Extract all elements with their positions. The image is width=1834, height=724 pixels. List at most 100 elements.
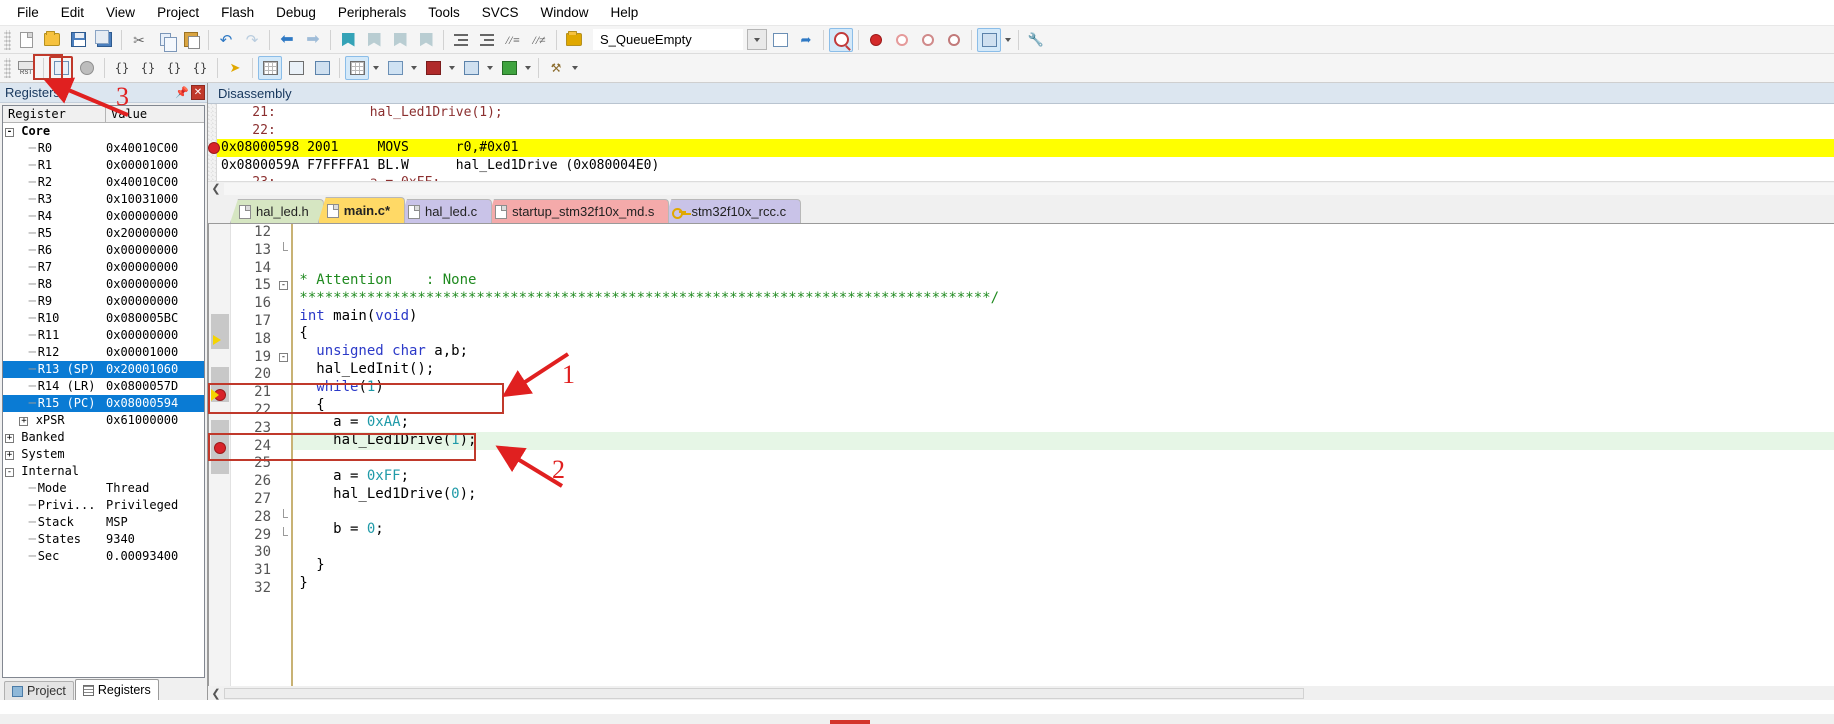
menu-item-view[interactable]: View <box>95 1 146 25</box>
editor-code-line[interactable]: * Attention : None <box>291 272 1834 290</box>
editor-code-line[interactable]: hal_Led1Drive(1); <box>291 432 1834 450</box>
step-over-icon[interactable]: {} <box>136 56 160 80</box>
register-row[interactable]: ─ R2 0x40010C00 <box>3 174 204 191</box>
configure-icon[interactable]: 🔧 <box>1024 28 1048 52</box>
tab-project[interactable]: Project <box>4 681 74 700</box>
navigate-forward-icon[interactable]: ➡ <box>301 28 325 52</box>
editor-tab-stm32f10x-rcc-c[interactable]: stm32f10x_rcc.c <box>663 199 802 223</box>
register-row[interactable]: + xPSR 0x61000000 <box>3 412 204 429</box>
breakpoint-gutter-cell[interactable] <box>211 331 229 350</box>
copy-icon[interactable] <box>153 28 177 52</box>
editor-code-line[interactable]: b = 0; <box>291 521 1834 539</box>
editor-hscrollbar[interactable]: ❮ <box>208 686 1834 700</box>
breakpoint-insert-icon[interactable] <box>864 28 888 52</box>
chevron-left-icon[interactable]: ❮ <box>208 687 224 700</box>
toolbox-icon[interactable]: ⚒ <box>544 56 568 80</box>
call-stack-window-icon[interactable] <box>310 56 334 80</box>
expand-icon[interactable]: + <box>19 417 29 426</box>
close-icon[interactable]: ✕ <box>191 85 205 100</box>
editor-code-line[interactable]: } <box>291 557 1834 575</box>
menu-item-flash[interactable]: Flash <box>210 1 265 25</box>
editor-code-line[interactable] <box>291 539 1834 557</box>
register-row[interactable]: ─ R4 0x00000000 <box>3 208 204 225</box>
memory-window-dropdown[interactable] <box>446 56 458 80</box>
editor-code-line[interactable]: ****************************************… <box>291 290 1834 308</box>
disassembly-line[interactable]: 0x0800059A F7FFFFA1 BL.W hal_Led1Drive (… <box>217 157 1834 175</box>
breakpoint-disable-icon[interactable] <box>890 28 914 52</box>
bookmark-clear-icon[interactable] <box>414 28 438 52</box>
window-layout-dropdown[interactable] <box>1002 28 1014 52</box>
symbol-search-combo[interactable]: S_QueueEmpty <box>593 29 743 50</box>
editor-tab-main-c-[interactable]: main.c* <box>317 197 406 223</box>
disassembly-hscrollbar[interactable]: ❮ <box>208 181 1834 195</box>
analysis-window-icon[interactable] <box>497 56 521 80</box>
register-row[interactable]: ─ R5 0x20000000 <box>3 225 204 242</box>
bookmark-next-icon[interactable] <box>388 28 412 52</box>
menu-item-tools[interactable]: Tools <box>417 1 471 25</box>
editor-code-line[interactable] <box>291 628 1834 646</box>
toolbox-dropdown[interactable] <box>569 56 581 80</box>
registers-window-dropdown[interactable] <box>370 56 382 80</box>
register-row[interactable]: ─ R0 0x40010C00 <box>3 140 204 157</box>
editor-hscroll-thumb[interactable] <box>224 687 1304 699</box>
comment-icon[interactable]: //≡ <box>501 28 525 52</box>
goto-definition-icon[interactable] <box>768 28 792 52</box>
show-next-statement-icon[interactable]: ➤ <box>223 56 247 80</box>
registers-window-icon[interactable] <box>345 56 369 80</box>
register-row[interactable]: ─ R10 0x080005BC <box>3 310 204 327</box>
collapse-icon[interactable]: - <box>5 468 14 477</box>
register-row[interactable]: - Core <box>3 123 204 140</box>
register-row[interactable]: + System <box>3 446 204 463</box>
collapse-icon[interactable]: - <box>5 128 14 137</box>
disassembly-body[interactable]: 21: hal_Led1Drive(1); 22: 0x08000598 200… <box>208 103 1834 181</box>
breakpoint-marker-icon[interactable] <box>208 142 220 154</box>
undo-icon[interactable]: ↶ <box>214 28 238 52</box>
menu-item-help[interactable]: Help <box>600 1 650 25</box>
toolbar-grip[interactable] <box>4 58 11 78</box>
browse-symbol-icon[interactable]: ➦ <box>794 28 818 52</box>
editor-tab-hal-led-c[interactable]: hal_led.c <box>399 199 493 223</box>
step-into-icon[interactable]: {} <box>110 56 134 80</box>
menu-item-edit[interactable]: Edit <box>50 1 95 25</box>
fold-collapse-icon[interactable]: - <box>279 281 288 291</box>
register-row[interactable]: - Internal <box>3 463 204 480</box>
cut-icon[interactable]: ✂ <box>127 28 151 52</box>
window-layout-icon[interactable] <box>977 27 1001 52</box>
register-row[interactable]: ─ Stack MSP <box>3 514 204 531</box>
find-in-files-icon[interactable] <box>829 27 853 52</box>
editor-code-line[interactable]: a = 0xAA; <box>291 414 1834 432</box>
menu-item-debug[interactable]: Debug <box>265 1 327 25</box>
outdent-icon[interactable] <box>475 28 499 52</box>
menu-item-project[interactable]: Project <box>146 1 210 25</box>
editor-code-area[interactable]: * Attention : None *********************… <box>291 224 1834 686</box>
pin-icon[interactable]: 📌 <box>175 85 189 100</box>
open-file-icon[interactable] <box>40 28 64 52</box>
redo-icon[interactable]: ↷ <box>240 28 264 52</box>
tab-registers[interactable]: Registers <box>74 679 159 700</box>
register-row[interactable]: ─ Privi... Privileged <box>3 497 204 514</box>
disassembly-line[interactable]: 0x08000598 2001 MOVS r0,#0x01 <box>208 139 1834 157</box>
registers-table[interactable]: Register Value - Core ─ R0 0x40010C00 ─ R1 0… <box>2 105 205 678</box>
toolbar-grip[interactable] <box>4 29 11 50</box>
indent-icon[interactable] <box>449 28 473 52</box>
paste-icon[interactable] <box>179 28 203 52</box>
symbols-window-icon[interactable] <box>284 56 308 80</box>
disassembly-hscroll-track[interactable] <box>224 182 1834 195</box>
disassembly-line[interactable]: 23: a = 0xFF; <box>217 174 1834 181</box>
register-row[interactable]: ─ R12 0x00001000 <box>3 344 204 361</box>
register-row[interactable]: ─ R3 0x10031000 <box>3 191 204 208</box>
bookmark-prev-icon[interactable] <box>362 28 386 52</box>
watch-window-icon[interactable] <box>383 56 407 80</box>
serial-window-icon[interactable] <box>459 56 483 80</box>
expand-icon[interactable]: + <box>5 434 14 443</box>
uncomment-icon[interactable]: //≠ <box>527 28 551 52</box>
watch-window-dropdown[interactable] <box>408 56 420 80</box>
register-row[interactable]: ─ R6 0x00000000 <box>3 242 204 259</box>
chevron-left-icon[interactable]: ❮ <box>208 182 224 195</box>
register-row[interactable]: ─ R7 0x00000000 <box>3 259 204 276</box>
disassembly-line[interactable]: 22: <box>217 122 1834 140</box>
register-row[interactable]: ─ States 9340 <box>3 531 204 548</box>
register-row[interactable]: + Banked <box>3 429 204 446</box>
register-row[interactable]: ─ R15 (PC) 0x08000594 <box>3 395 204 412</box>
stop-debug-icon[interactable] <box>75 56 99 80</box>
